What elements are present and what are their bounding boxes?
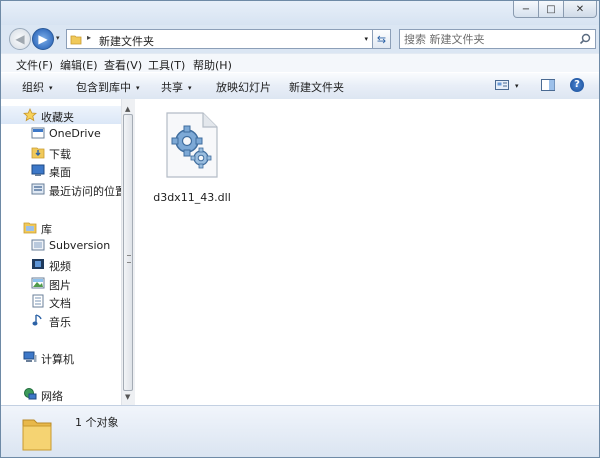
chevron-down-icon: ▾ [188,84,192,92]
view-options-dropdown[interactable]: ▾ [515,82,519,90]
nav-recent-places[interactable]: 最近访问的位置 [1,180,126,198]
navigation-pane: 收藏夹 OneDrive 下载 桌面 最近访问的位置 库 Subversion … [1,99,126,405]
menu-file[interactable]: 文件(F) [16,57,53,73]
new-folder-button[interactable]: 新建文件夹 [289,79,344,95]
share-button[interactable]: 共享 ▾ [161,79,192,95]
file-list: d3dx11_43.dll [135,99,599,405]
search-icon[interactable] [579,33,591,45]
preview-pane-icon[interactable] [541,79,555,91]
menu-edit[interactable]: 编辑(E) [60,57,98,73]
nav-music-label: 音乐 [49,316,71,329]
scroll-down-arrow[interactable]: ▼ [125,393,130,401]
maximize-button[interactable]: □ [538,1,564,18]
dll-gear-icon [166,112,218,178]
menu-tools[interactable]: 工具(T) [148,57,185,73]
forward-button[interactable]: ▶ [32,28,54,50]
library-icon [23,222,37,234]
nav-subversion-label: Subversion [49,239,111,252]
desktop-icon [31,164,45,176]
address-row: ◀ ▶ ▾ ▸ 新建文件夹 ▾ ⇆ [1,25,599,51]
music-icon [32,314,42,326]
star-icon [23,108,37,122]
help-icon[interactable]: ? [570,78,584,92]
nav-pictures-label: 图片 [49,279,71,292]
nav-recent-places-label: 最近访问的位置 [49,185,126,198]
nav-onedrive[interactable]: OneDrive [1,124,121,142]
breadcrumb-separator[interactable]: ▸ [87,33,91,42]
nav-onedrive-label: OneDrive [49,127,101,140]
organize-button[interactable]: 组织 ▾ [22,79,53,95]
change-view-icon[interactable] [495,79,509,91]
nav-computer[interactable]: 计算机 [1,348,121,366]
nav-network-label: 网络 [41,390,63,403]
include-in-library-button[interactable]: 包含到库中 ▾ [76,79,140,95]
slideshow-button[interactable]: 放映幻灯片 [216,79,271,95]
nav-libraries-label: 库 [41,223,52,236]
nav-desktop[interactable]: 桌面 [1,161,121,179]
refresh-button[interactable]: ⇆ [373,29,391,49]
command-bar: 组织 ▾ 包含到库中 ▾ 共享 ▾ 放映幻灯片 新建文件夹 ▾ ? [1,72,599,100]
nav-computer-label: 计算机 [41,353,74,366]
nav-libraries[interactable]: 库 [1,218,121,236]
address-bar[interactable]: ▸ 新建文件夹 ▾ [66,29,373,49]
back-button[interactable]: ◀ [9,28,31,50]
nav-documents[interactable]: 文档 [1,292,121,310]
nav-downloads-label: 下载 [49,148,71,161]
nav-downloads[interactable]: 下载 [1,143,121,161]
nav-favorites-label: 收藏夹 [41,111,74,124]
nav-documents-label: 文档 [49,297,71,310]
nav-desktop-label: 桌面 [49,166,71,179]
search-input[interactable] [404,32,574,46]
details-pane: 1 个对象 [1,405,599,457]
onedrive-icon [31,127,45,139]
nav-music[interactable]: 音乐 [1,311,121,329]
close-button[interactable]: ✕ [563,1,597,18]
folder-icon [22,419,52,451]
address-dropdown-icon[interactable]: ▾ [364,35,368,43]
nav-favorites[interactable]: 收藏夹 [1,106,121,124]
folder-icon [70,35,82,45]
recent-places-icon [31,183,45,195]
status-item-count: 1 个对象 [75,416,119,429]
menu-bar: 文件(F) 编辑(E) 查看(V) 工具(T) 帮助(H) [1,53,599,72]
nav-network[interactable]: 网络 [1,385,121,403]
minimize-button[interactable]: − [513,1,539,18]
nav-videos[interactable]: 视频 [1,255,121,273]
menu-help[interactable]: 帮助(H) [193,57,232,73]
computer-icon [23,351,37,362]
chevron-down-icon: ▾ [49,84,53,92]
downloads-folder-icon [31,147,45,159]
nav-pictures[interactable]: 图片 [1,274,121,292]
scroll-thumb[interactable] [123,114,133,391]
scroll-up-arrow[interactable]: ▲ [125,105,130,113]
documents-icon [32,294,44,308]
recent-pages-dropdown[interactable]: ▾ [56,34,60,42]
menu-view[interactable]: 查看(V) [104,57,142,73]
pictures-icon [31,277,45,289]
subversion-library-icon [31,239,45,251]
videos-icon [32,259,44,269]
title-bar: − □ ✕ [1,1,599,25]
nav-videos-label: 视频 [49,260,71,273]
navigation-scrollbar[interactable]: ▲ ▼ [121,99,135,405]
network-icon [24,388,37,400]
chevron-down-icon: ▾ [136,84,140,92]
nav-subversion[interactable]: Subversion [1,236,121,254]
scroll-grip [127,255,131,263]
file-name: d3dx11_43.dll [153,191,231,204]
explorer-window: − □ ✕ ◀ ▶ ▾ ▸ 新建文件夹 ▾ ⇆ 文件(F) 编辑(E) 查看(V… [0,0,600,458]
search-box[interactable] [399,29,596,49]
breadcrumb-current-folder[interactable]: 新建文件夹 [99,33,154,49]
